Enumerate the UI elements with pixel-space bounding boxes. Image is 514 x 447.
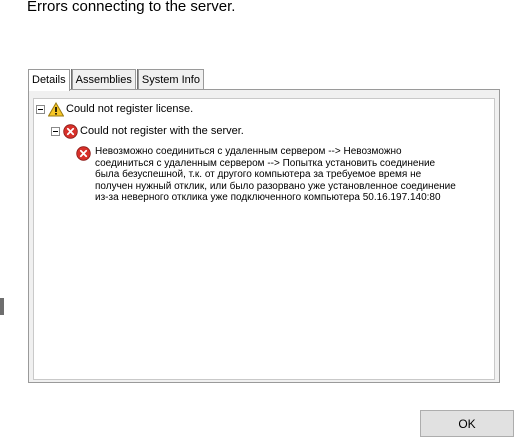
window-edge-mark (0, 298, 4, 315)
error-icon (76, 146, 91, 161)
error-dialog: Errors connecting to the server. Details… (0, 0, 514, 447)
tab-assemblies[interactable]: Assemblies (71, 69, 136, 90)
tree-node-root[interactable]: Could not register license. (36, 102, 193, 117)
details-tab-panel: Could not register license. Could not re… (28, 89, 500, 383)
error-message-text: Невозможно соединиться с удаленным серве… (95, 146, 456, 204)
ok-button[interactable]: OK (420, 410, 514, 437)
tree-node-child[interactable]: Could not register with the server. (51, 124, 244, 139)
tab-strip: Details Assemblies System Info (28, 69, 204, 91)
dialog-heading: Errors connecting to the server. (27, 0, 236, 15)
tree-node-label: Could not register with the server. (80, 125, 244, 137)
error-tree[interactable]: Could not register license. Could not re… (33, 98, 495, 380)
tab-details[interactable]: Details (28, 69, 70, 91)
warning-icon (48, 102, 64, 117)
tree-node-label: Could not register license. (66, 103, 194, 115)
error-icon (63, 124, 78, 139)
tree-node-message[interactable]: Невозможно соединиться с удаленным серве… (76, 146, 495, 204)
tab-system-info[interactable]: System Info (137, 69, 204, 90)
collapse-icon[interactable] (51, 127, 60, 136)
collapse-icon[interactable] (36, 105, 45, 114)
